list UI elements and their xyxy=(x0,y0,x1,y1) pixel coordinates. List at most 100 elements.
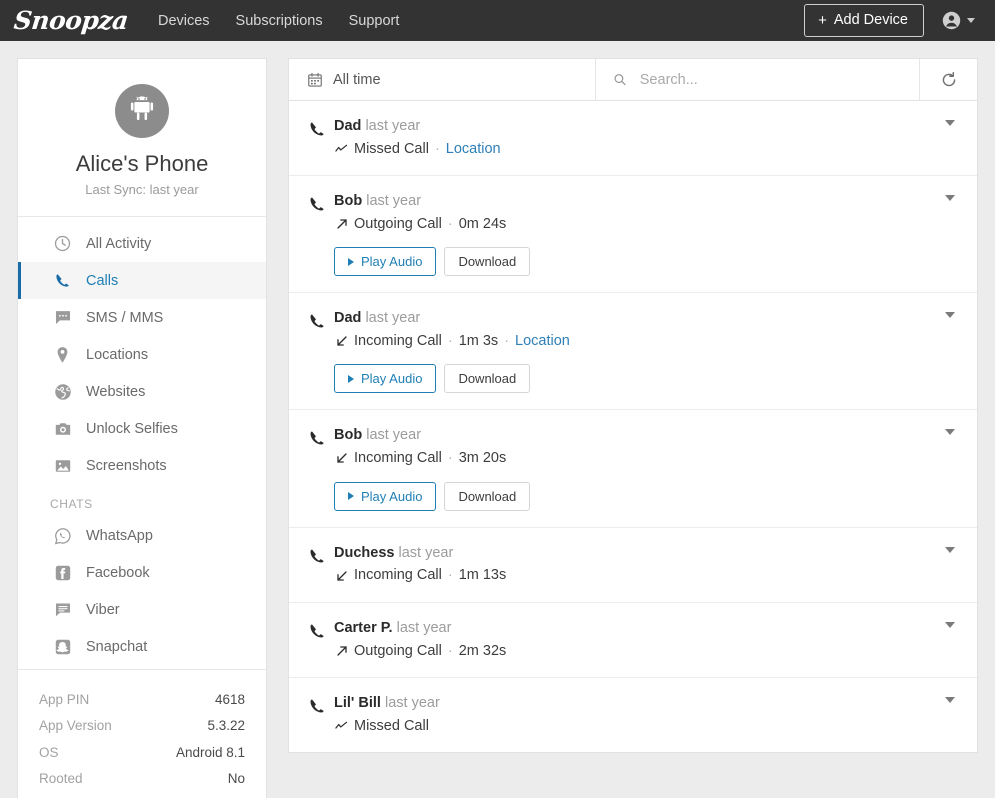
account-menu[interactable] xyxy=(942,11,979,30)
chevron-down-icon[interactable] xyxy=(945,312,955,319)
account-circle-icon xyxy=(942,11,961,30)
table-row[interactable]: Dad last year Incoming Call · 1m 3s · Lo… xyxy=(289,293,977,411)
incoming-call-icon xyxy=(334,570,349,582)
table-row[interactable]: Dad last year Missed Call · Location xyxy=(289,101,977,177)
refresh-button[interactable] xyxy=(920,59,977,100)
location-link[interactable]: Location xyxy=(515,331,570,351)
sidebar-item-viber[interactable]: Viber xyxy=(18,591,266,628)
sidebar-item-unlock-selfies[interactable]: Unlock Selfies xyxy=(18,410,266,447)
device-header: Alice's Phone Last Sync: last year xyxy=(18,59,266,217)
sidebar-menu: All Activity Calls SMS / MMS Locations W… xyxy=(18,217,266,670)
call-type: Incoming Call xyxy=(354,333,442,350)
info-key: App Version xyxy=(39,718,112,734)
play-audio-button[interactable]: Play Audio xyxy=(334,247,437,277)
play-icon xyxy=(348,492,354,501)
call-meta: Incoming Call · 3m 20s xyxy=(334,448,961,468)
phone-icon xyxy=(308,619,334,661)
sidebar-item-snapchat[interactable]: Snapchat xyxy=(18,628,266,665)
separator: · xyxy=(447,450,453,467)
contact-name: Bob xyxy=(334,193,363,210)
sidebar-item-all-activity[interactable]: All Activity xyxy=(18,225,266,262)
chevron-down-icon[interactable] xyxy=(945,696,955,703)
location-link[interactable]: Location xyxy=(446,139,501,159)
row-actions: Play Audio Download xyxy=(334,481,961,511)
nav-link-support[interactable]: Support xyxy=(349,13,400,29)
nav-link-devices[interactable]: Devices xyxy=(158,13,210,29)
table-row[interactable]: Bob last year Incoming Call · 3m 20s Pla… xyxy=(289,410,977,528)
sidebar-item-label: Viber xyxy=(86,601,120,618)
device-last-sync: Last Sync: last year xyxy=(85,182,199,197)
nav-link-subscriptions[interactable]: Subscriptions xyxy=(236,13,323,29)
table-row[interactable]: Lil' Bill last year Missed Call xyxy=(289,678,977,752)
sidebar-item-facebook[interactable]: Facebook xyxy=(18,554,266,591)
table-row[interactable]: Bob last year Outgoing Call · 0m 24s Pla… xyxy=(289,176,977,294)
call-timestamp: last year xyxy=(396,619,452,636)
separator: · xyxy=(434,140,440,157)
call-body: Bob last year Outgoing Call · 0m 24s Pla… xyxy=(334,192,961,277)
incoming-call-icon xyxy=(334,452,349,464)
call-duration: 1m 3s xyxy=(458,333,499,350)
call-duration: 0m 24s xyxy=(458,215,507,232)
device-info: App PIN 4618 App Version 5.3.22 OS Andro… xyxy=(18,670,266,798)
sidebar-item-locations[interactable]: Locations xyxy=(18,336,266,373)
play-audio-button[interactable]: Play Audio xyxy=(334,481,437,511)
sidebar-item-label: Unlock Selfies xyxy=(86,420,178,437)
brand-logo[interactable]: Snoopza xyxy=(12,6,129,35)
chevron-down-icon[interactable] xyxy=(945,621,955,628)
sidebar-item-label: SMS / MMS xyxy=(86,309,164,326)
chevron-down-icon[interactable] xyxy=(945,120,955,126)
contact-name: Bob xyxy=(334,427,363,444)
table-row[interactable]: Carter P. last year Outgoing Call · 2m 3 xyxy=(289,603,977,678)
call-type: Outgoing Call xyxy=(354,215,442,232)
info-key: Rooted xyxy=(39,770,83,786)
separator: · xyxy=(447,642,453,659)
sidebar-item-whatsapp[interactable]: WhatsApp xyxy=(18,517,266,554)
add-device-label: Add Device xyxy=(833,12,908,28)
chevron-down-icon[interactable] xyxy=(945,546,955,553)
search-icon xyxy=(614,74,626,86)
sidebar-item-websites[interactable]: Websites xyxy=(18,373,266,410)
sidebar-item-label: Snapchat xyxy=(86,638,148,655)
phone-icon xyxy=(308,309,334,393)
download-button[interactable]: Download xyxy=(444,481,531,511)
download-button[interactable]: Download xyxy=(444,364,531,394)
date-filter[interactable]: All time xyxy=(289,59,596,100)
sidebar-item-label: Calls xyxy=(86,272,119,289)
chevron-down-icon[interactable] xyxy=(945,429,955,436)
calendar-icon xyxy=(308,72,322,87)
sidebar-item-label: Websites xyxy=(86,383,146,400)
phone-icon xyxy=(308,694,334,736)
info-key: App PIN xyxy=(39,692,90,707)
row-actions: Play Audio Download xyxy=(334,364,961,394)
search-input[interactable] xyxy=(637,70,919,89)
whatsapp-icon xyxy=(53,526,72,545)
contact-name: Duchess xyxy=(334,544,395,561)
add-device-button[interactable]: + Add Device xyxy=(804,4,924,37)
chevron-down-icon[interactable] xyxy=(945,195,955,202)
info-value: Android 8.1 xyxy=(175,744,245,760)
play-audio-label: Play Audio xyxy=(361,488,423,504)
call-timestamp: last year xyxy=(365,310,421,327)
sidebar-item-sms-mms[interactable]: SMS / MMS xyxy=(18,299,266,336)
call-type: Outgoing Call xyxy=(354,642,442,659)
call-title: Dad last year xyxy=(334,117,961,136)
play-audio-button[interactable]: Play Audio xyxy=(334,364,437,394)
search-box[interactable] xyxy=(596,59,920,100)
separator: · xyxy=(447,333,453,350)
plus-icon: + xyxy=(818,11,827,29)
phone-icon xyxy=(308,544,334,586)
row-actions: Play Audio Download xyxy=(334,247,961,277)
call-duration: 2m 32s xyxy=(458,642,507,659)
sidebar-item-calls[interactable]: Calls xyxy=(18,262,266,299)
download-button[interactable]: Download xyxy=(444,247,531,277)
image-icon xyxy=(53,456,72,475)
download-label: Download xyxy=(458,254,517,270)
contact-name: Carter P. xyxy=(334,619,393,636)
sidebar-item-screenshots[interactable]: Screenshots xyxy=(18,447,266,484)
table-row[interactable]: Duchess last year Incoming Call · 1m 13s xyxy=(289,528,977,603)
phone-icon xyxy=(308,117,334,159)
sidebar: Alice's Phone Last Sync: last year All A… xyxy=(17,58,267,798)
call-body: Duchess last year Incoming Call · 1m 13s xyxy=(334,544,961,586)
call-body: Dad last year Incoming Call · 1m 3s · Lo… xyxy=(334,309,961,394)
call-title: Dad last year xyxy=(334,309,961,328)
